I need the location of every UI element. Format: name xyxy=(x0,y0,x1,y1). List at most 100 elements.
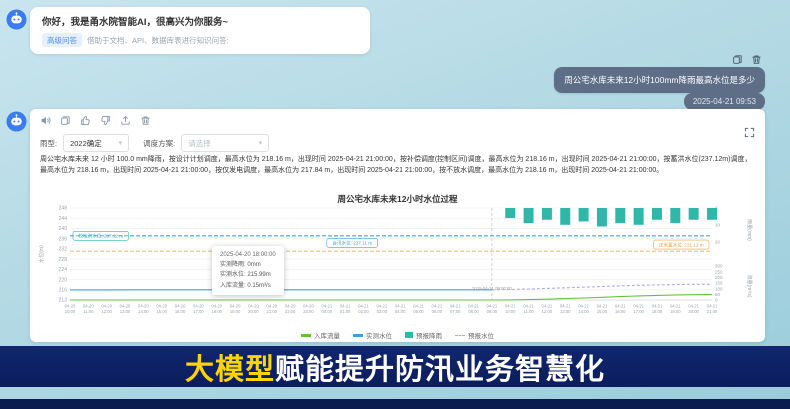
svg-text:16:00: 16:00 xyxy=(615,309,626,314)
svg-text:04-21: 04-21 xyxy=(578,304,589,309)
svg-text:06:00: 06:00 xyxy=(432,309,443,314)
svg-text:150: 150 xyxy=(715,281,723,286)
svg-text:04-20: 04-20 xyxy=(156,304,167,309)
rain-type-value: 2022确定 xyxy=(70,138,102,149)
svg-text:正常蓄水位: 231.13 m: 正常蓄水位: 231.13 m xyxy=(659,241,704,248)
message-timestamp: 2025-04-21 09:53 xyxy=(684,93,765,110)
greeting-description: 借助于文档、API、数据库表进行知识问答; xyxy=(87,35,229,46)
svg-text:10: 10 xyxy=(715,223,721,228)
svg-text:04:00: 04:00 xyxy=(395,309,406,314)
svg-text:216: 216 xyxy=(59,287,68,293)
svg-text:04-21: 04-21 xyxy=(505,304,516,309)
greeting-title: 你好，我是甬水院智能AI，很高兴为你服务~ xyxy=(42,14,358,28)
svg-text:04-20: 04-20 xyxy=(230,304,241,309)
svg-text:01:00: 01:00 xyxy=(340,309,351,314)
svg-text:244: 244 xyxy=(59,216,68,222)
svg-text:04-21: 04-21 xyxy=(321,304,332,309)
bottom-strip xyxy=(0,399,790,409)
user-message-actions xyxy=(732,54,762,65)
svg-text:08:00: 08:00 xyxy=(468,309,479,314)
svg-text:台汛水位: 237.11 m: 台汛水位: 237.11 m xyxy=(332,240,372,247)
svg-text:200: 200 xyxy=(715,275,723,280)
svg-text:50: 50 xyxy=(715,292,721,297)
plan-select[interactable]: 请选择 ▾ xyxy=(181,134,269,152)
svg-text:04-21: 04-21 xyxy=(468,304,479,309)
thumbs-down-icon[interactable] xyxy=(100,115,111,126)
svg-text:220: 220 xyxy=(59,277,68,283)
svg-text:04-21: 04-21 xyxy=(358,304,369,309)
answer-panel: 雨型: 2022确定 ▾ 调度方案: 请选择 ▾ 周公宅水库未来 12 小时 1… xyxy=(30,109,765,342)
banner-title: 大模型赋能提升防汛业务智慧化 xyxy=(185,346,605,388)
chevron-down-icon: ▾ xyxy=(119,140,123,147)
svg-text:09:00: 09:00 xyxy=(487,309,498,314)
banner-highlight: 大模型 xyxy=(185,354,275,386)
assistant-avatar xyxy=(6,111,27,132)
assistant-avatar xyxy=(6,9,27,30)
legend-item-预报水位[interactable]: 预报水位 xyxy=(455,330,494,340)
svg-text:19:00: 19:00 xyxy=(670,309,681,314)
filters-row: 雨型: 2022确定 ▾ 调度方案: 请选择 ▾ xyxy=(40,134,269,152)
svg-text:04-20: 04-20 xyxy=(101,304,112,309)
svg-text:04-21: 04-21 xyxy=(487,304,498,309)
export-icon[interactable] xyxy=(120,115,131,126)
fullscreen-icon[interactable] xyxy=(744,127,755,138)
svg-text:流量(m³/s): 流量(m³/s) xyxy=(746,274,753,297)
svg-text:19:00: 19:00 xyxy=(230,309,241,314)
svg-text:04-20: 04-20 xyxy=(248,304,259,309)
legend-item-预报降雨[interactable]: 预报降雨 xyxy=(405,330,442,340)
svg-text:12:00: 12:00 xyxy=(101,309,112,314)
svg-text:04-21: 04-21 xyxy=(670,304,681,309)
read-aloud-icon[interactable] xyxy=(40,115,51,126)
svg-text:20:00: 20:00 xyxy=(248,309,259,314)
svg-text:240: 240 xyxy=(59,226,68,232)
svg-text:11:00: 11:00 xyxy=(83,309,94,314)
user-message-bubble: 周公宅水库未来12小时100mm降雨最高水位是多少 xyxy=(554,67,765,93)
svg-text:17:00: 17:00 xyxy=(633,309,644,314)
svg-text:04-21: 04-21 xyxy=(652,304,663,309)
svg-text:22:00: 22:00 xyxy=(285,309,296,314)
svg-text:04-21: 04-21 xyxy=(450,304,461,309)
chart-tooltip: 2025-04-20 18:00:00 实测降雨: 0mm 实测水位: 215.… xyxy=(212,246,284,295)
svg-text:10:00: 10:00 xyxy=(65,309,76,314)
svg-text:18:00: 18:00 xyxy=(652,309,663,314)
svg-text:21:00: 21:00 xyxy=(267,309,278,314)
svg-text:04-21: 04-21 xyxy=(597,304,608,309)
svg-text:04-21: 04-21 xyxy=(376,304,387,309)
water-level-chart[interactable]: 2482442402362322282242202162123002502001… xyxy=(36,204,758,328)
copy-icon[interactable] xyxy=(732,54,743,65)
chevron-down-icon: ▾ xyxy=(259,140,263,147)
svg-text:05:00: 05:00 xyxy=(413,309,424,314)
advanced-qa-badge[interactable]: 高级问答 xyxy=(42,33,82,47)
delete-response-icon[interactable] xyxy=(140,115,151,126)
copy-response-icon[interactable] xyxy=(60,115,71,126)
thumbs-up-icon[interactable] xyxy=(80,115,91,126)
svg-text:17:00: 17:00 xyxy=(193,309,204,314)
svg-text:16:00: 16:00 xyxy=(175,309,186,314)
legend-item-入库流量[interactable]: 入库流量 xyxy=(301,330,340,340)
svg-text:20:00: 20:00 xyxy=(688,309,699,314)
svg-text:228: 228 xyxy=(59,257,68,263)
svg-text:14:00: 14:00 xyxy=(138,309,149,314)
svg-text:04-21: 04-21 xyxy=(431,304,442,309)
svg-text:00:00: 00:00 xyxy=(322,309,333,314)
svg-text:04-21: 04-21 xyxy=(340,304,351,309)
svg-text:04-20: 04-20 xyxy=(211,304,222,309)
rain-type-select[interactable]: 2022确定 ▾ xyxy=(63,134,129,152)
svg-text:250: 250 xyxy=(715,269,723,274)
svg-text:04-21: 04-21 xyxy=(523,304,534,309)
svg-text:15:00: 15:00 xyxy=(597,309,608,314)
trash-icon[interactable] xyxy=(751,54,762,65)
svg-text:13:00: 13:00 xyxy=(560,309,571,314)
svg-text:248: 248 xyxy=(59,206,68,212)
svg-text:236: 236 xyxy=(59,236,68,242)
svg-text:04-20: 04-20 xyxy=(193,304,204,309)
svg-text:14:00: 14:00 xyxy=(578,309,589,314)
svg-text:04-21: 04-21 xyxy=(395,304,406,309)
svg-text:10:00: 10:00 xyxy=(505,309,516,314)
svg-text:水位(m): 水位(m) xyxy=(38,245,45,263)
legend-item-实测水位[interactable]: 实测水位 xyxy=(353,330,392,340)
svg-text:02:00: 02:00 xyxy=(358,309,369,314)
response-toolbar xyxy=(40,115,151,126)
svg-text:雨量(mm): 雨量(mm) xyxy=(746,219,753,241)
svg-text:04-21: 04-21 xyxy=(560,304,571,309)
